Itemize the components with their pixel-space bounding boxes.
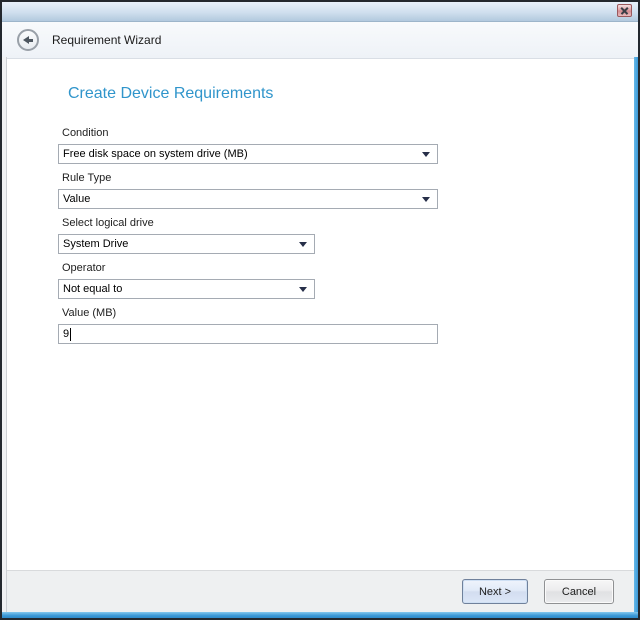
close-button[interactable] — [617, 4, 632, 17]
wizard-header: Requirement Wizard — [2, 22, 638, 59]
wizard-title: Requirement Wizard — [52, 33, 161, 47]
rule-type-label: Rule Type — [62, 172, 638, 184]
caret-down-icon — [299, 242, 307, 247]
value-mb-label: Value (MB) — [62, 307, 638, 319]
close-icon — [621, 7, 628, 14]
condition-dropdown[interactable]: Free disk space on system drive (MB) — [58, 144, 438, 164]
value-input[interactable] — [63, 325, 437, 343]
caret-down-icon — [422, 152, 430, 157]
title-bar — [2, 2, 638, 22]
window-frame-right-accent — [634, 57, 638, 612]
condition-label: Condition — [62, 127, 638, 139]
back-arrow-icon — [23, 36, 33, 44]
value-mb-field — [58, 324, 438, 344]
text-cursor — [70, 328, 71, 341]
rule-type-value: Value — [63, 193, 90, 205]
logical-drive-label: Select logical drive — [62, 217, 638, 229]
caret-down-icon — [422, 197, 430, 202]
wizard-window: Requirement Wizard Create Device Require… — [0, 0, 640, 620]
condition-value: Free disk space on system drive (MB) — [63, 148, 248, 160]
logical-drive-dropdown[interactable]: System Drive — [58, 234, 315, 254]
wizard-page: Create Device Requirements Condition Fre… — [2, 59, 638, 570]
rule-type-dropdown[interactable]: Value — [58, 189, 438, 209]
operator-dropdown[interactable]: Not equal to — [58, 279, 315, 299]
back-button[interactable] — [17, 29, 39, 51]
caret-down-icon — [299, 287, 307, 292]
operator-value: Not equal to — [63, 283, 122, 295]
cancel-button[interactable]: Cancel — [544, 579, 614, 604]
window-frame-bottom-accent — [2, 612, 638, 618]
window-frame-left-edge — [2, 57, 7, 612]
footer: Next > Cancel — [2, 570, 638, 612]
requirements-form: Condition Free disk space on system driv… — [58, 127, 638, 344]
next-button[interactable]: Next > — [462, 579, 528, 604]
page-title: Create Device Requirements — [68, 85, 638, 103]
operator-label: Operator — [62, 262, 638, 274]
logical-drive-value: System Drive — [63, 238, 128, 250]
